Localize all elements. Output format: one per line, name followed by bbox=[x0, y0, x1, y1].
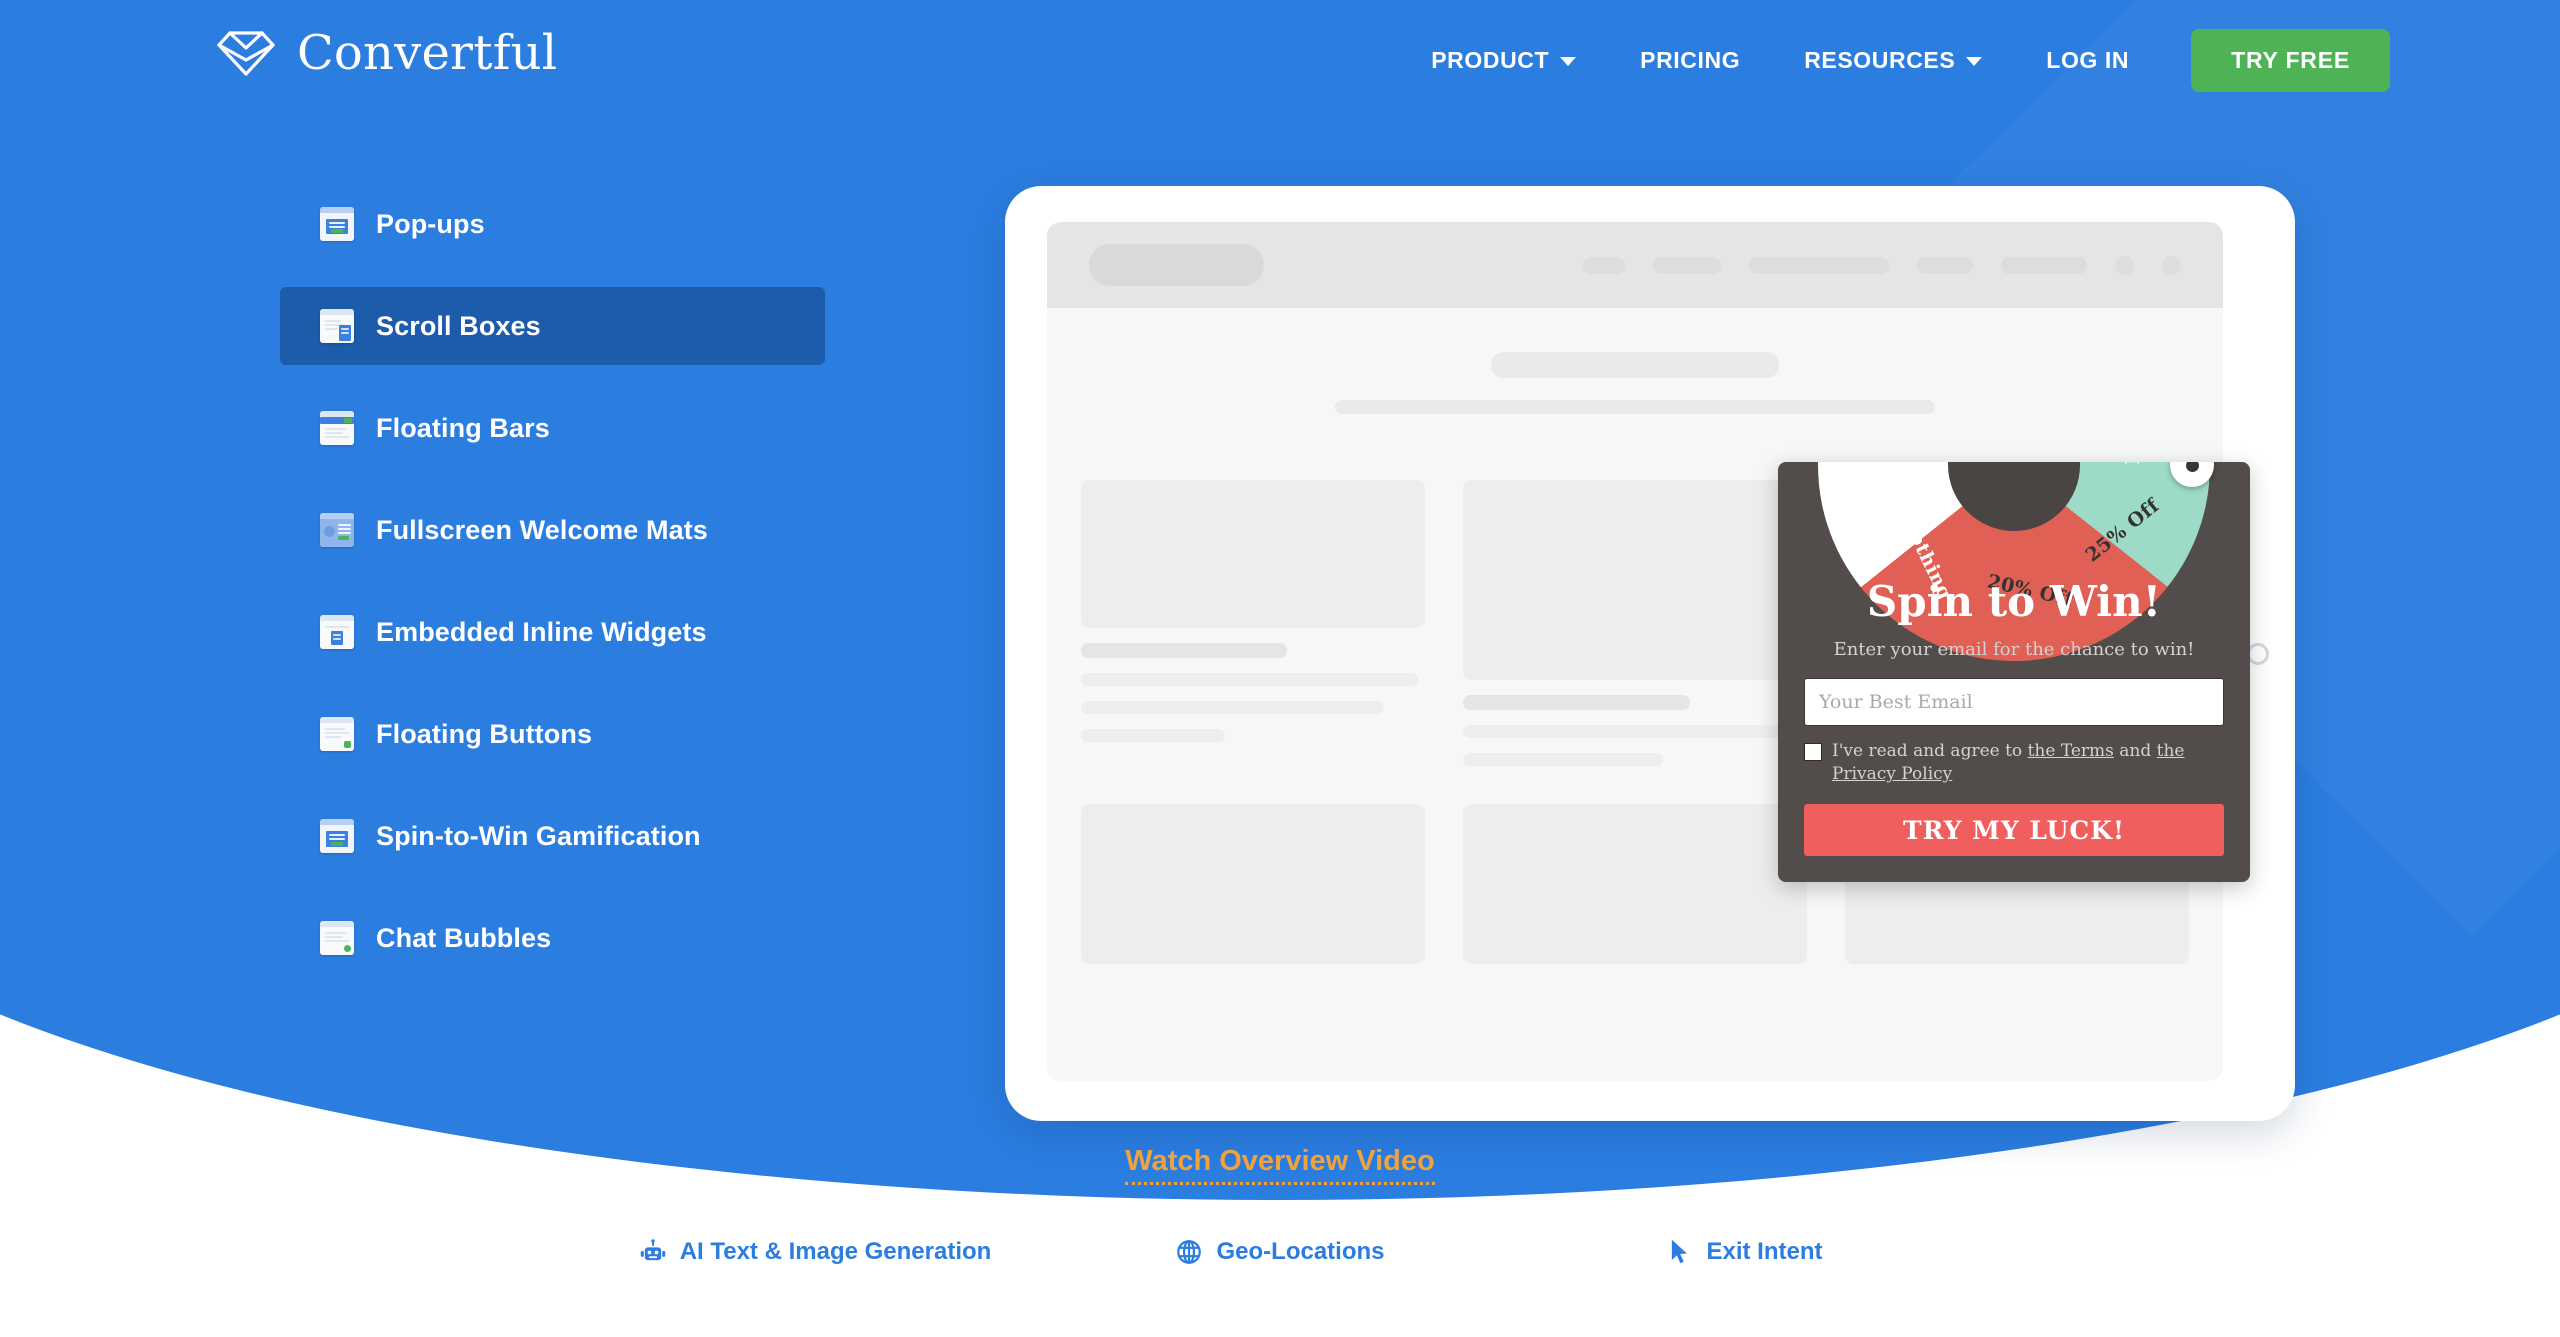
scroll-box-widget: Nothing 25% Off 20% Off Nothing 25% Off … bbox=[1778, 462, 2250, 882]
mock-nav-pill bbox=[1917, 256, 1973, 274]
brand-logo[interactable]: Convertful bbox=[215, 28, 557, 78]
landing-page: Convertful PRODUCT PRICING RESOURCES LOG… bbox=[0, 0, 2560, 1337]
mock-logo-placeholder bbox=[1089, 244, 1264, 286]
mock-hero-section bbox=[1047, 308, 2223, 454]
chatbubble-thumbnail-icon bbox=[320, 921, 354, 955]
watch-overview-video: Watch Overview Video bbox=[0, 1145, 2560, 1185]
mock-nav-pill bbox=[1749, 256, 1889, 274]
sidebar-item-floating-buttons[interactable]: Floating Buttons bbox=[300, 695, 845, 773]
spintowin-thumbnail-icon bbox=[320, 819, 354, 853]
feature-exit-intent[interactable]: Exit Intent bbox=[1513, 1238, 1978, 1266]
wheel-segment-label: Nothing bbox=[2122, 462, 2144, 465]
inlinewidget-thumbnail-icon bbox=[320, 615, 354, 649]
terms-link[interactable]: the Terms bbox=[2028, 741, 2114, 761]
feature-label: AI Text & Image Generation bbox=[679, 1238, 992, 1265]
top-navigation-bar: Convertful PRODUCT PRICING RESOURCES LOG… bbox=[0, 0, 2560, 120]
consent-row[interactable]: I've read and agree to the Terms and the… bbox=[1804, 740, 2224, 786]
widget-content: Spin to Win! Enter your email for the ch… bbox=[1778, 581, 2250, 882]
consent-mid: and bbox=[2113, 741, 2157, 762]
feature-geo-locations[interactable]: Geo-Locations bbox=[1048, 1238, 1513, 1266]
welcomemat-thumbnail-icon bbox=[320, 513, 354, 547]
sidebar-item-chat-bubbles[interactable]: Chat Bubbles bbox=[300, 899, 845, 977]
scrollbox-thumbnail-icon bbox=[320, 309, 354, 343]
wheel-hub bbox=[1948, 462, 2080, 531]
cursor-arrow-icon bbox=[1667, 1238, 1693, 1266]
email-field[interactable] bbox=[1804, 678, 2224, 727]
sidebar-item-label: Embedded Inline Widgets bbox=[376, 616, 707, 647]
sidebar-item-label: Floating Buttons bbox=[376, 718, 593, 749]
floatingbutton-thumbnail-icon bbox=[320, 717, 354, 751]
sidebar-item-label: Chat Bubbles bbox=[376, 922, 552, 953]
feature-highlights: AI Text & Image Generation Geo-Locations bbox=[0, 1238, 2560, 1266]
popup-thumbnail-icon bbox=[320, 207, 354, 241]
mock-nav-pill bbox=[2001, 256, 2087, 274]
nav-item-resources-label: RESOURCES bbox=[1804, 46, 1956, 73]
chevron-down-icon bbox=[1560, 57, 1577, 66]
try-free-button[interactable]: TRY FREE bbox=[2191, 28, 2390, 92]
sidebar-item-spin-to-win-gamification[interactable]: Spin-to-Win Gamification bbox=[300, 797, 845, 875]
mock-hero-sub bbox=[1335, 400, 1935, 414]
sidebar-item-label: Spin-to-Win Gamification bbox=[376, 820, 701, 851]
mock-card bbox=[1081, 480, 1425, 766]
sidebar-item-label: Pop-ups bbox=[376, 208, 485, 239]
nav-item-pricing-label: PRICING bbox=[1640, 46, 1741, 73]
nav-item-product-label: PRODUCT bbox=[1431, 46, 1550, 73]
consent-checkbox[interactable] bbox=[1804, 743, 1822, 762]
nav-item-login-label: LOG IN bbox=[2046, 46, 2130, 73]
robot-icon bbox=[639, 1238, 667, 1266]
mock-card bbox=[1081, 804, 1425, 964]
sidebar-item-fullscreen-welcome-mats[interactable]: Fullscreen Welcome Mats bbox=[300, 491, 845, 569]
sidebar-item-pop-ups[interactable]: Pop-ups bbox=[300, 185, 845, 263]
nav-item-pricing[interactable]: PRICING bbox=[1608, 47, 1772, 74]
floatingbar-thumbnail-icon bbox=[320, 411, 354, 445]
chevron-down-icon bbox=[1966, 57, 1983, 66]
nav-item-resources[interactable]: RESOURCES bbox=[1772, 47, 2014, 74]
feature-label: Exit Intent bbox=[1706, 1238, 1823, 1265]
mock-nav-pill bbox=[1583, 256, 1625, 274]
home-button-icon[interactable] bbox=[2247, 642, 2269, 665]
widget-title: Spin to Win! bbox=[1866, 577, 2162, 627]
mock-site-header bbox=[1047, 222, 2223, 308]
brand-name: Convertful bbox=[297, 25, 558, 81]
mock-card bbox=[1463, 804, 1807, 964]
sidebar-item-floating-bars[interactable]: Floating Bars bbox=[300, 389, 845, 467]
wheel-segment-label: Nothing bbox=[1858, 462, 1917, 500]
feature-ai-text-image-generation[interactable]: AI Text & Image Generation bbox=[583, 1238, 1048, 1266]
watch-overview-video-link[interactable]: Watch Overview Video bbox=[1125, 1145, 1435, 1185]
globe-icon bbox=[1175, 1238, 1203, 1266]
sidebar-item-embedded-inline-widgets[interactable]: Embedded Inline Widgets bbox=[300, 593, 845, 671]
mock-nav-dot bbox=[2115, 255, 2134, 275]
consent-prefix: I've read and agree to bbox=[1832, 741, 2028, 762]
mock-nav-placeholder bbox=[1583, 255, 2181, 275]
sidebar-item-label: Scroll Boxes bbox=[376, 310, 541, 341]
widget-type-list: Pop-ups Scroll Boxes Floating Bars Fulls… bbox=[280, 185, 845, 1001]
wheel-segment-label: 25% Off bbox=[2081, 494, 2164, 567]
sidebar-item-label: Floating Bars bbox=[376, 412, 550, 443]
nav-item-login[interactable]: LOG IN bbox=[2014, 47, 2161, 74]
mock-hero-title bbox=[1491, 352, 1779, 378]
sidebar-item-scroll-boxes[interactable]: Scroll Boxes bbox=[280, 287, 825, 365]
mock-nav-dot bbox=[2162, 255, 2181, 275]
nav-item-product[interactable]: PRODUCT bbox=[1399, 47, 1608, 74]
sidebar-item-label: Fullscreen Welcome Mats bbox=[376, 514, 708, 545]
widget-subtitle: Enter your email for the chance to win! bbox=[1833, 639, 2195, 661]
consent-label: I've read and agree to the Terms and the… bbox=[1832, 740, 2224, 786]
mock-nav-pill bbox=[1653, 256, 1721, 274]
try-my-luck-button[interactable]: TRY MY LUCK! bbox=[1804, 804, 2224, 856]
diamond-envelope-icon bbox=[215, 28, 277, 78]
main-nav: PRODUCT PRICING RESOURCES LOG IN TRY FRE… bbox=[1399, 0, 2390, 120]
mock-card bbox=[1463, 480, 1807, 766]
feature-label: Geo-Locations bbox=[1216, 1238, 1385, 1265]
